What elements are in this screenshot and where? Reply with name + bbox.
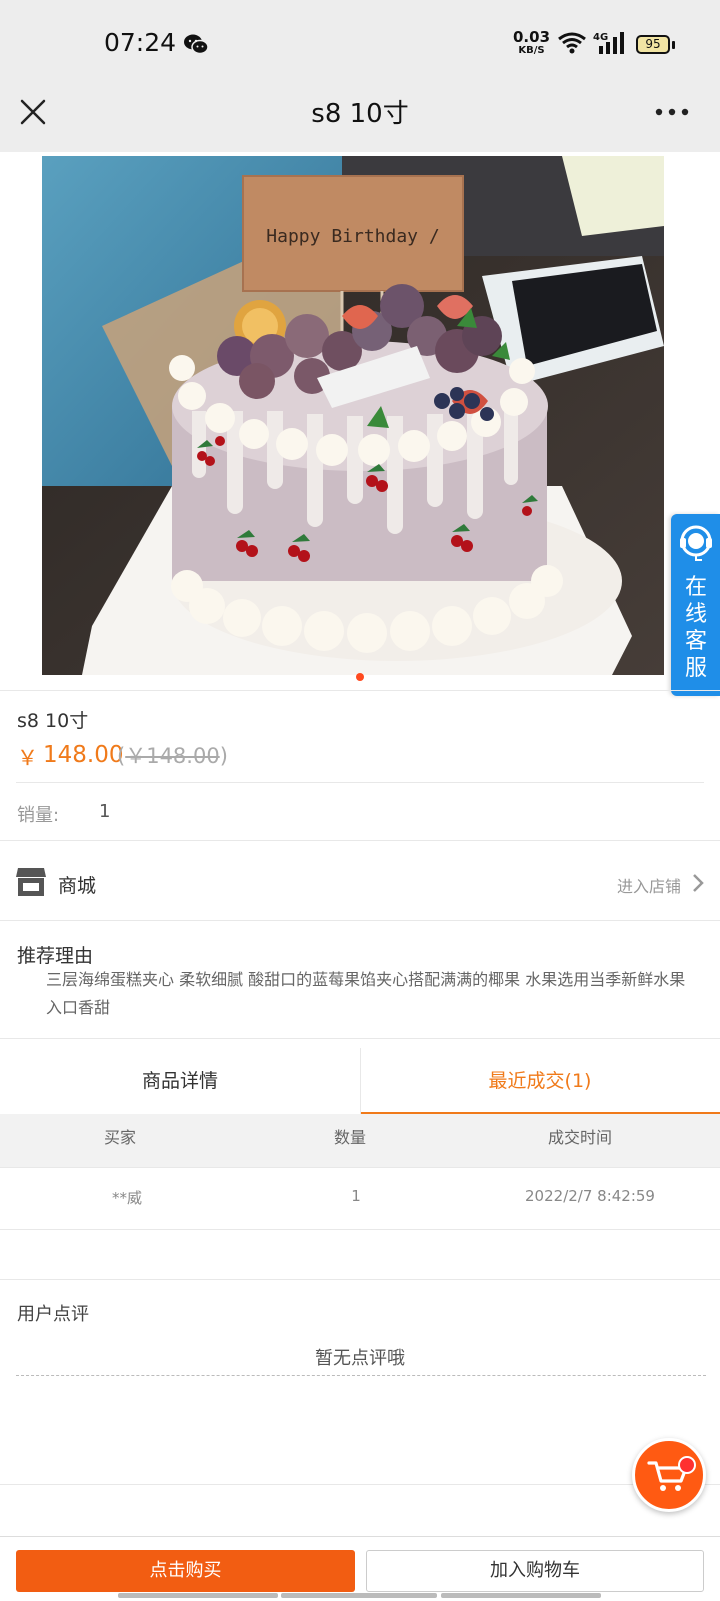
product-image[interactable]: Happy Birthday / [42, 156, 664, 675]
deal-time: 2022/2/7 8:42:59 [525, 1187, 655, 1205]
chevron-right-icon[interactable] [692, 873, 704, 893]
buy-now-button[interactable]: 点击购买 [16, 1550, 355, 1592]
wifi-icon [558, 32, 586, 54]
divider [0, 840, 720, 841]
network-speed-unit: KB/S [518, 45, 545, 56]
divider [0, 690, 720, 691]
tab-recent-deals[interactable]: 最近成交(1) [360, 1048, 720, 1114]
cart-badge [678, 1456, 696, 1474]
divider [0, 1279, 720, 1280]
page-title: s8 10寸 [311, 99, 409, 129]
divider [16, 782, 704, 783]
column-header-quantity: 数量 [333, 1128, 366, 1147]
original-price: (￥148.00) [117, 740, 228, 770]
battery-icon: 95 [636, 35, 670, 54]
deal-quantity: 1 [351, 1187, 361, 1205]
tab-divider [360, 1048, 361, 1114]
product-name: s8 10寸 [17, 710, 89, 732]
original-price-value: ￥148.00 [125, 744, 220, 768]
home-indicator [118, 1593, 278, 1598]
sales-value: 1 [99, 801, 111, 822]
deal-buyer: **威 [111, 1189, 142, 1207]
shop-name: 商城 [58, 875, 97, 897]
original-price-open: ( [117, 744, 126, 768]
dashed-divider [16, 1375, 706, 1376]
enter-shop-link[interactable]: 进入店铺 [617, 873, 681, 897]
price-currency: ￥ [17, 746, 38, 770]
product-price: 148.00 [43, 742, 124, 768]
divider [0, 920, 720, 921]
more-icon[interactable] [655, 107, 689, 117]
wechat-icon [184, 34, 209, 55]
divider [0, 1038, 720, 1039]
status-time: 07:24 [104, 28, 177, 57]
tab-product-details[interactable]: 商品详情 [0, 1048, 360, 1114]
home-indicator [441, 1593, 601, 1598]
recommend-title: 推荐理由 [17, 945, 94, 967]
home-indicator [281, 1593, 437, 1598]
no-reviews-text: 暂无点评哦 [315, 1348, 405, 1369]
add-to-cart-button[interactable]: 加入购物车 [366, 1550, 704, 1592]
reviews-title: 用户点评 [17, 1304, 89, 1325]
recommend-text: 三层海绵蛋糕夹心 柔软细腻 酸甜口的蓝莓果馅夹心搭配满满的椰果 水果选用当季新鲜… [46, 970, 686, 1017]
divider [0, 1229, 720, 1230]
column-header-buyer: 买家 [103, 1128, 136, 1147]
divider [0, 1167, 720, 1168]
battery-tip [672, 41, 675, 49]
close-icon[interactable] [20, 99, 46, 125]
cake-topper-text: Happy Birthday / [266, 226, 439, 247]
network-type-label: 4G [593, 32, 608, 43]
headset-icon [680, 525, 712, 561]
customer-service-label[interactable]: 在线客服 [681, 574, 711, 682]
network-speed: 0.03 KB/S [513, 30, 550, 58]
cellular-signal-icon: 4G [593, 32, 624, 54]
sales-label: 销量: [17, 805, 60, 826]
divider [0, 1484, 720, 1485]
column-header-time: 成交时间 [547, 1128, 612, 1147]
store-icon [16, 868, 46, 896]
original-price-close: ) [219, 744, 228, 768]
carousel-indicator[interactable] [356, 673, 364, 681]
